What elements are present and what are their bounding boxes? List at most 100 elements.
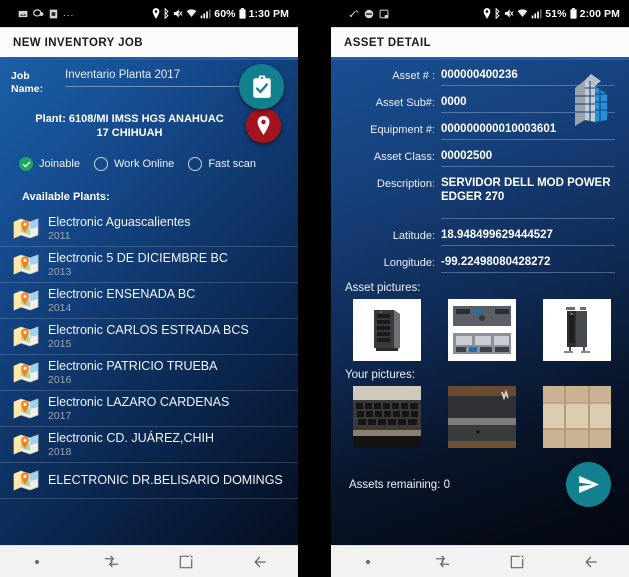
message-icon [33,9,44,18]
radio-work-online-label: Work Online [113,158,175,170]
longitude-field[interactable]: -99.22498080428272 [441,255,615,273]
clipboard-check-fab[interactable] [239,64,284,109]
page-title: ASSET DETAIL [344,36,432,49]
map-pin-icon [13,469,39,493]
radio-circle-icon [188,157,203,171]
radio-circle-icon [93,157,108,171]
list-item[interactable]: Electronic ENSENADA BC 2014 [0,283,298,319]
vibrate-icon [349,9,359,19]
mute-icon [504,8,514,19]
plant-value-block[interactable]: Plant: 6108/MI IMSS HGS ANAHUAC 17 CHIHUA… [11,112,246,140]
home-icon[interactable] [497,549,537,575]
back-icon[interactable] [572,549,612,575]
asset-class-value: 00002500 [441,150,493,162]
radio-joinable[interactable]: Joinable [19,157,80,171]
list-item[interactable]: ELECTRONIC DR.BELISARIO DOMINGS [0,463,298,499]
user-photo-thumbnail[interactable] [543,386,611,448]
do-not-disturb-icon [364,9,374,19]
job-form: Job Name: Inventario Planta 2017 Plant: 6… [0,60,298,207]
longitude-value: -99.22498080428272 [441,256,551,268]
job-name-label: Job Name: [11,70,44,95]
list-item[interactable]: Electronic CARLOS ESTRADA BCS 2015 [0,319,298,355]
longitude-label: Longitude: [383,257,435,269]
left-phone-screen: ... 60% 1:30 PM NEW INVENTORY JOB Job Na… [0,0,298,577]
battery-percent-label: 60% [214,7,236,20]
asset-picture-thumbnail[interactable] [448,299,516,361]
wifi-icon [186,8,197,19]
radio-work-online[interactable]: Work Online [93,157,175,171]
list-item[interactable]: Electronic PATRICIO TRUEBA 2016 [0,355,298,391]
plant-value-line2: 17 CHIHUAH [96,126,163,139]
description-label: Description: [376,178,435,190]
available-plants-list[interactable]: Electronic Aguascalientes 2011 Electroni… [0,211,298,499]
list-item[interactable]: Electronic CD. JUÁREZ,CHIH 2018 [0,427,298,463]
list-item-name: Electronic 5 DE DICIEMBRE BC [48,250,228,265]
multitask-icon[interactable] [92,549,132,575]
map-pin-icon [13,289,39,313]
clock-label: 2:00 PM [579,7,620,20]
left-app-bar: NEW INVENTORY JOB [0,27,298,57]
asset-pictures-label: Asset pictures: [345,282,421,294]
latitude-value: 18.948499629444527 [441,229,553,241]
list-item[interactable]: Electronic 5 DE DICIEMBRE BC 2013 [0,247,298,283]
asset-picture-thumbnail[interactable] [543,299,611,361]
list-item-year: 2017 [48,409,72,422]
list-item[interactable]: Electronic LAZARO CARDENAS 2017 [0,391,298,427]
right-phone-screen: 51% 2:00 PM ASSET DETAIL Asset #: 00000… [331,0,629,577]
home-icon[interactable] [166,549,206,575]
map-pin-icon [13,433,39,457]
location-icon [152,8,160,19]
status-overflow-dots: ... [63,8,75,19]
send-icon-fab[interactable] [566,462,611,507]
list-item-name: Electronic Aguascalientes [48,214,191,229]
multitask-icon[interactable] [423,549,463,575]
left-status-bar: ... 60% 1:30 PM [0,0,298,27]
asset-picture-thumbnail[interactable] [353,299,421,361]
plant-line-1: Plant: 6108/MI IMSS HGS ANAHUAC [13,112,246,126]
asset-class-row: Asset Class: 00002500 [331,149,629,167]
screenshot-icon [379,9,389,19]
wifi-icon [517,8,528,19]
map-pin-icon [13,397,39,421]
description-row: Description: SERVIDOR DELL MOD POWER EDG… [331,176,629,219]
plant-value-line1: 6108/MI IMSS HGS ANAHUAC [68,112,224,125]
latitude-label: Latitude: [392,230,435,242]
asset-sub-label: Asset Sub#: [375,97,435,109]
description-value: SERVIDOR DELL MOD POWER EDGER 270 [441,177,611,203]
plant-label: Plant: [35,112,66,125]
your-pictures-gallery [331,386,629,448]
longitude-row: Longitude: -99.22498080428272 [331,255,629,273]
check-circle-icon [19,157,33,171]
asset-class-field[interactable]: 00002500 [441,149,615,167]
battery-percent-label: 51% [545,7,567,20]
back-icon[interactable] [241,549,281,575]
list-item-name: Electronic LAZARO CARDENAS [48,394,230,409]
radio-fast-scan-label: Fast scan [208,158,256,170]
recents-dot-icon[interactable] [348,549,388,575]
left-system-nav-bar [0,545,298,577]
list-item[interactable]: Electronic Aguascalientes 2011 [0,211,298,247]
user-photo-thumbnail[interactable] [353,386,421,448]
description-field[interactable]: SERVIDOR DELL MOD POWER EDGER 270 [441,176,615,219]
right-system-nav-bar [331,545,629,577]
battery-icon [570,8,577,19]
latitude-field[interactable]: 18.948499629444527 [441,228,615,246]
list-item-name: Electronic ENSENADA BC [48,286,196,301]
recents-dot-icon[interactable] [17,549,57,575]
bluetooth-icon [494,8,501,19]
map-pin-icon [13,325,39,349]
map-pin-icon [13,217,39,241]
map-pin-icon [13,361,39,385]
user-photo-thumbnail[interactable] [448,386,516,448]
bluetooth-icon [163,8,170,19]
plant-row: Plant: 6108/MI IMSS HGS ANAHUAC 17 CHIHUA… [11,108,286,143]
location-pin-fab[interactable] [246,108,281,143]
assets-remaining-label: Assets remaining: 0 [349,478,450,491]
latitude-row: Latitude: 18.948499629444527 [331,228,629,246]
radio-fast-scan[interactable]: Fast scan [188,157,256,171]
radio-joinable-label: Joinable [39,158,80,170]
image-icon [18,9,28,19]
list-item-name: Electronic CD. JUÁREZ,CHIH [48,430,214,445]
signal-icon [200,8,211,19]
job-options-radio-group: Joinable Work Online Fast scan [11,157,286,171]
